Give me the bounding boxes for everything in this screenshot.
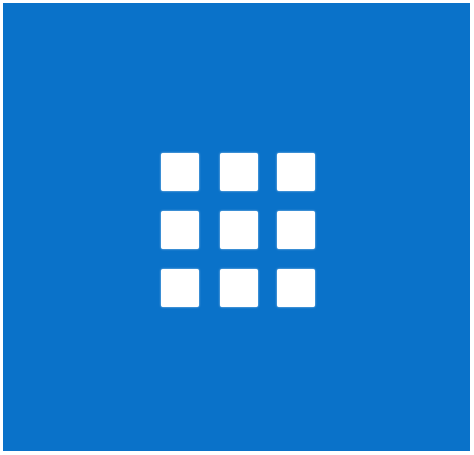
grid-dot-icon [161, 211, 199, 249]
grid-dot-icon [220, 153, 258, 191]
grid-dot-icon [161, 269, 199, 307]
app-launcher-button[interactable] [3, 3, 470, 451]
grid-dot-icon [277, 269, 315, 307]
grid-dot-icon [220, 269, 258, 307]
grid-dot-icon [277, 153, 315, 191]
app-launcher-grid-icon [161, 153, 317, 309]
grid-dot-icon [220, 211, 258, 249]
grid-dot-icon [161, 153, 199, 191]
grid-dot-icon [277, 211, 315, 249]
